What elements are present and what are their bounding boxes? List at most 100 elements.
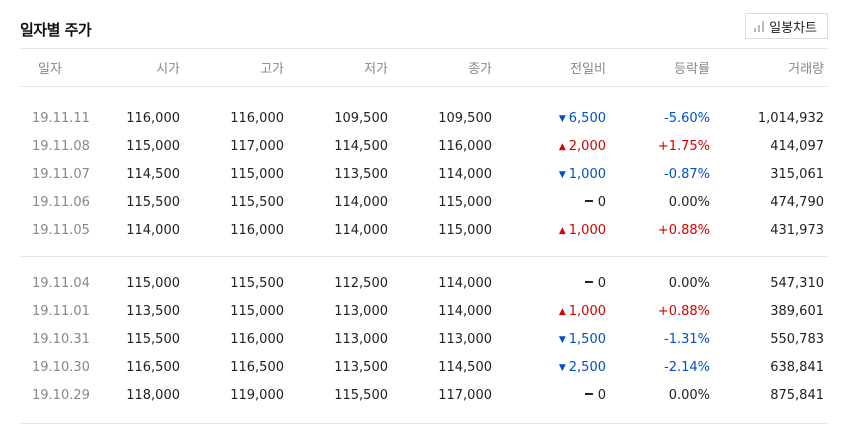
table-row: 19.11.07 114,500 115,000 113,500 114,000 ▼ 1,0… [20,160,828,188]
table-row: 19.10.29 118,000 119,000 115,500 117,000 0 0.0… [20,381,828,409]
cell-volume: 414,097 [770,138,824,154]
cell-close: 115,000 [438,194,492,210]
cell-low: 113,500 [334,359,388,375]
cell-change: ▲ 2,000 [496,132,610,160]
cell-close: 114,000 [438,275,492,291]
triangle-down-icon: ▼ [558,334,566,345]
cell-close: 117,000 [438,387,492,403]
change-value: 1,000 [568,166,606,182]
change-value: 0 [597,275,606,291]
cell-high: 115,000 [230,303,284,319]
row-spacer [20,409,828,424]
triangle-down-icon: ▼ [558,113,566,124]
cell-low: 113,500 [334,166,388,182]
cell-rate: -2.14% [664,359,710,375]
table-row: 19.10.30 116,500 116,500 113,500 114,500 ▼ 2,5… [20,353,828,381]
col-header-high: 고가 [184,48,288,87]
cell-low: 114,000 [334,222,388,238]
change-value: 1,000 [568,303,606,319]
col-header-change: 전일비 [496,48,610,87]
cell-rate: -1.31% [664,331,710,347]
change-value: 6,500 [568,110,606,126]
change-value: 2,000 [568,138,606,154]
cell-date: 19.11.01 [32,303,90,319]
cell-date: 19.11.08 [32,138,90,154]
cell-high: 119,000 [230,387,284,403]
cell-volume: 1,014,932 [757,110,824,126]
cell-rate: 0.00% [668,275,710,291]
table-row: 19.11.08 115,000 117,000 114,500 116,000 ▲ 2,0… [20,132,828,160]
cell-low: 115,500 [334,387,388,403]
cell-change: ▼ 6,500 [496,104,610,132]
cell-date: 19.11.11 [32,110,90,126]
cell-rate: +0.88% [657,303,710,319]
cell-rate: +0.88% [657,222,710,238]
cell-low: 114,500 [334,138,388,154]
cell-volume: 431,973 [770,222,824,238]
cell-close: 114,500 [438,359,492,375]
table-row: 19.10.31 115,500 116,000 113,000 113,000 ▼ 1,5… [20,325,828,353]
cell-date: 19.11.07 [32,166,90,182]
col-header-low: 저가 [288,48,392,87]
cell-rate: -5.60% [664,110,710,126]
change-value: 1,000 [568,222,606,238]
cell-volume: 550,783 [770,331,824,347]
cell-open: 118,000 [126,387,180,403]
col-header-date: 일자 [20,48,102,87]
daily-price-table: 일자 시가 고가 저가 종가 전일비 등락률 거래량 19.11.11 116,0… [20,48,828,424]
cell-close: 116,000 [438,138,492,154]
cell-open: 116,000 [126,110,180,126]
table-row: 19.11.11 116,000 116,000 109,500 109,500 ▼ 6,5… [20,104,828,132]
cell-date: 19.10.30 [32,359,90,375]
cell-high: 116,000 [230,331,284,347]
cell-date: 19.11.04 [32,275,90,291]
cell-low: 113,000 [334,303,388,319]
change-value: 1,500 [568,331,606,347]
cell-change: ▼ 1,000 [496,160,610,188]
cell-open: 115,500 [126,194,180,210]
table-header-row: 일자 시가 고가 저가 종가 전일비 등락률 거래량 [20,48,828,87]
change-value: 2,500 [568,359,606,375]
section-header: 일자별 주가 일봉차트 [20,0,828,50]
table-row: 19.11.04 115,000 115,500 112,500 114,000 0 0.0… [20,269,828,297]
cell-change: ▼ 2,500 [496,353,610,381]
cell-date: 19.11.05 [32,222,90,238]
cell-change: ▼ 1,500 [496,325,610,353]
bar-chart-icon [754,20,765,32]
cell-rate: -0.87% [664,166,710,182]
cell-low: 113,000 [334,331,388,347]
cell-high: 116,000 [230,110,284,126]
cell-rate: +1.75% [657,138,710,154]
cell-high: 116,500 [230,359,284,375]
cell-close: 114,000 [438,303,492,319]
table-row: 19.11.06 115,500 115,500 114,000 115,000 0 0.0… [20,188,828,216]
cell-low: 114,000 [334,194,388,210]
cell-change: 0 [496,188,610,216]
col-header-close: 종가 [392,48,496,87]
daily-chart-button-label: 일봉차트 [769,20,817,36]
cell-volume: 638,841 [770,359,824,375]
cell-volume: 474,790 [770,194,824,210]
cell-high: 115,000 [230,166,284,182]
cell-open: 115,000 [126,275,180,291]
cell-date: 19.10.31 [32,331,90,347]
table-row: 19.11.01 113,500 115,000 113,000 114,000 ▲ 1,0… [20,297,828,325]
daily-chart-button[interactable]: 일봉차트 [745,13,828,39]
cell-volume: 389,601 [770,303,824,319]
cell-rate: 0.00% [668,387,710,403]
col-header-volume: 거래량 [714,48,828,87]
cell-low: 112,500 [334,275,388,291]
cell-change: 0 [496,381,610,409]
cell-volume: 875,841 [770,387,824,403]
unchanged-dash-icon [584,280,593,283]
cell-date: 19.10.29 [32,387,90,403]
cell-close: 114,000 [438,166,492,182]
cell-close: 109,500 [438,110,492,126]
cell-rate: 0.00% [668,194,710,210]
cell-change: ▲ 1,000 [496,216,610,244]
row-spacer [20,257,828,269]
cell-volume: 315,061 [770,166,824,182]
cell-open: 113,500 [126,303,180,319]
cell-open: 116,500 [126,359,180,375]
cell-close: 115,000 [438,222,492,238]
